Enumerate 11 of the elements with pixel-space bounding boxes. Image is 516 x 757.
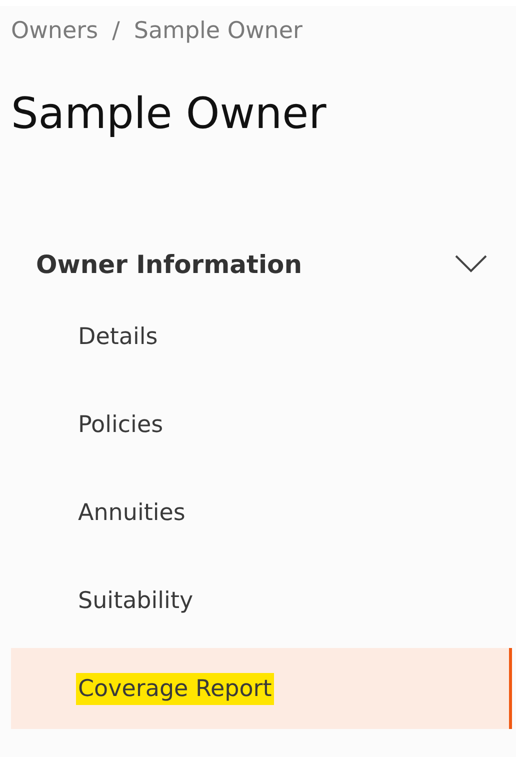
section-header[interactable]: Owner Information: [11, 239, 501, 289]
nav-item[interactable]: Coverage Report: [11, 648, 512, 729]
nav-item[interactable]: Policies: [11, 384, 512, 465]
breadcrumb-link[interactable]: Sample Owner: [134, 18, 302, 44]
breadcrumb-link[interactable]: Owners: [11, 18, 98, 44]
nav-item[interactable]: Details: [11, 296, 512, 377]
breadcrumb-separator: /: [112, 18, 120, 44]
page-title: Sample Owner: [11, 88, 328, 141]
nav-item[interactable]: Suitability: [11, 560, 512, 641]
nav-item[interactable]: Annuities: [11, 472, 512, 553]
section-title: Owner Information: [36, 250, 302, 278]
